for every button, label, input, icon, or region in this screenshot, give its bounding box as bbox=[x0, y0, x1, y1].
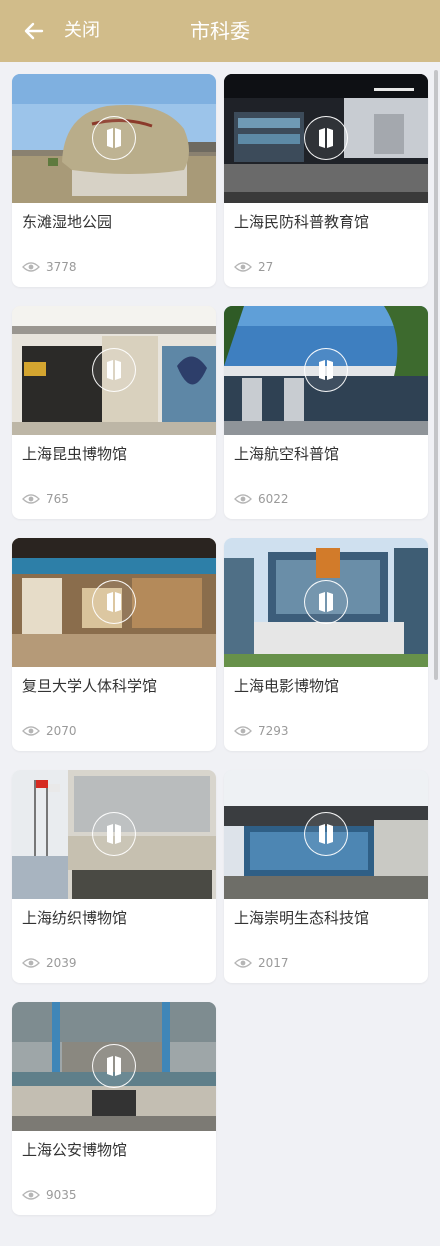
view-stat: 2039 bbox=[22, 954, 77, 972]
venue-title: 复旦大学人体科学馆 bbox=[22, 677, 158, 695]
venue-title: 上海昆虫博物馆 bbox=[22, 445, 128, 463]
venue-card[interactable]: 上海崇明生态科技馆 2017 bbox=[224, 770, 428, 983]
venue-title: 上海公安博物馆 bbox=[22, 1141, 128, 1159]
venue-card[interactable]: 东滩湿地公园 3778 bbox=[12, 74, 216, 287]
venue-title: 上海航空科普馆 bbox=[234, 445, 340, 463]
eye-icon bbox=[234, 494, 252, 504]
view-count: 2070 bbox=[46, 724, 77, 738]
play-icon[interactable] bbox=[92, 348, 136, 392]
eye-icon bbox=[22, 726, 40, 736]
view-count: 27 bbox=[258, 260, 274, 274]
play-icon[interactable] bbox=[92, 812, 136, 856]
eye-icon bbox=[234, 262, 252, 272]
venue-thumbnail[interactable] bbox=[12, 74, 216, 203]
play-icon[interactable] bbox=[304, 348, 348, 392]
play-icon[interactable] bbox=[304, 812, 348, 856]
play-icon[interactable] bbox=[304, 580, 348, 624]
venue-card[interactable]: 上海民防科普教育馆 27 bbox=[224, 74, 428, 287]
view-stat: 27 bbox=[234, 258, 273, 276]
venue-title: 上海电影博物馆 bbox=[234, 677, 340, 695]
eye-icon bbox=[22, 958, 40, 968]
view-count: 765 bbox=[46, 492, 69, 506]
venue-thumbnail[interactable] bbox=[224, 306, 428, 435]
view-stat: 2017 bbox=[234, 954, 289, 972]
venue-card[interactable]: 上海公安博物馆 9035 bbox=[12, 1002, 216, 1215]
view-stat: 7293 bbox=[234, 722, 289, 740]
view-stat: 2070 bbox=[22, 722, 77, 740]
play-icon[interactable] bbox=[92, 1044, 136, 1088]
venue-title: 东滩湿地公园 bbox=[22, 213, 113, 231]
view-stat: 765 bbox=[22, 490, 69, 508]
eye-icon bbox=[234, 958, 252, 968]
play-icon[interactable] bbox=[304, 116, 348, 160]
venue-card[interactable]: 上海纺织博物馆 2039 bbox=[12, 770, 216, 983]
page-title: 市科委 bbox=[190, 19, 250, 43]
view-count: 7293 bbox=[258, 724, 289, 738]
venue-thumbnail[interactable] bbox=[12, 770, 216, 899]
eye-icon bbox=[22, 494, 40, 504]
view-count: 6022 bbox=[258, 492, 289, 506]
venue-title: 上海崇明生态科技馆 bbox=[234, 909, 370, 927]
venue-title: 上海纺织博物馆 bbox=[22, 909, 128, 927]
scrollbar[interactable] bbox=[434, 70, 438, 680]
view-count: 9035 bbox=[46, 1188, 77, 1202]
venue-thumbnail[interactable] bbox=[224, 770, 428, 899]
eye-icon bbox=[22, 1190, 40, 1200]
view-count: 2017 bbox=[258, 956, 289, 970]
view-stat: 3778 bbox=[22, 258, 77, 276]
top-bar: 关闭 市科委 bbox=[0, 0, 440, 62]
venue-card[interactable]: 上海电影博物馆 7293 bbox=[224, 538, 428, 751]
eye-icon bbox=[22, 262, 40, 272]
view-count: 3778 bbox=[46, 260, 77, 274]
venue-thumbnail[interactable] bbox=[224, 538, 428, 667]
venue-thumbnail[interactable] bbox=[12, 306, 216, 435]
venue-thumbnail[interactable] bbox=[12, 538, 216, 667]
venue-thumbnail[interactable] bbox=[12, 1002, 216, 1131]
play-icon[interactable] bbox=[92, 580, 136, 624]
venue-thumbnail[interactable] bbox=[224, 74, 428, 203]
venue-card[interactable]: 复旦大学人体科学馆 2070 bbox=[12, 538, 216, 751]
play-icon[interactable] bbox=[92, 116, 136, 160]
venue-title: 上海民防科普教育馆 bbox=[234, 213, 370, 231]
view-count: 2039 bbox=[46, 956, 77, 970]
eye-icon bbox=[234, 726, 252, 736]
view-stat: 9035 bbox=[22, 1186, 77, 1204]
venue-card[interactable]: 上海航空科普馆 6022 bbox=[224, 306, 428, 519]
venue-card[interactable]: 上海昆虫博物馆 765 bbox=[12, 306, 216, 519]
view-stat: 6022 bbox=[234, 490, 289, 508]
